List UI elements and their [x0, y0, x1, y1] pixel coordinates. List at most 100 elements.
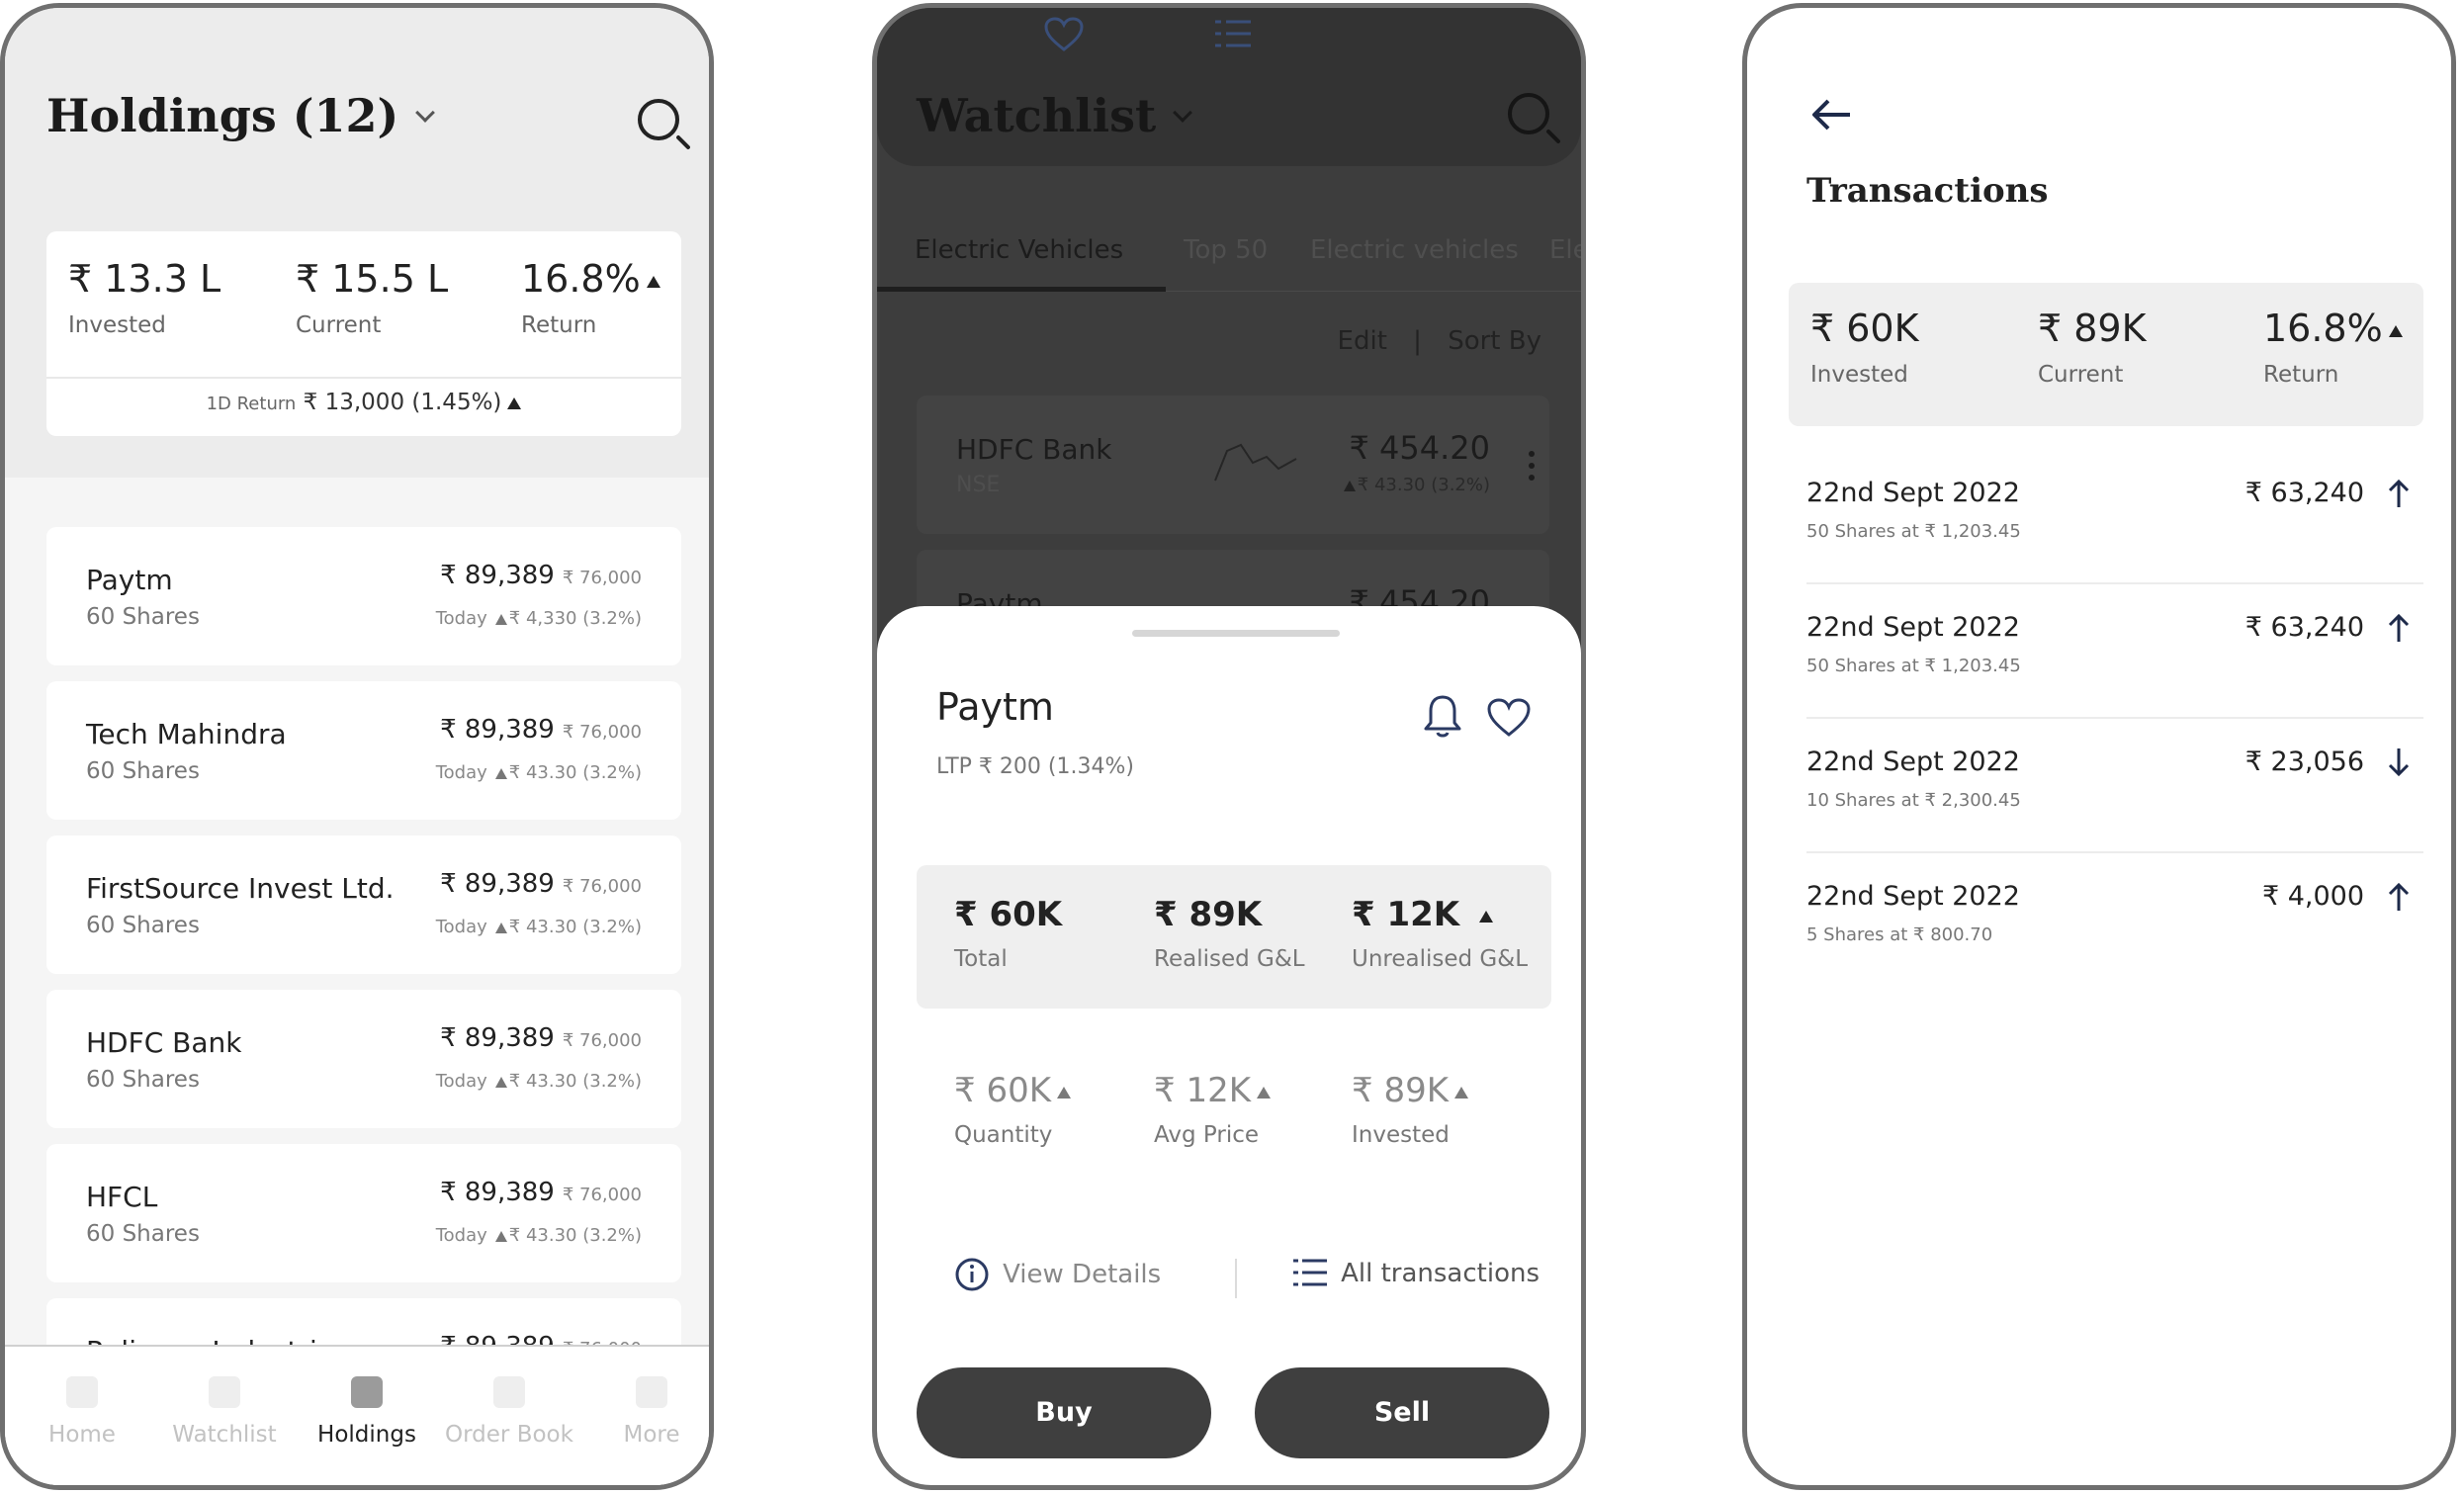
tab-electric-vehicles[interactable]: Electric Vehicles: [915, 235, 1123, 265]
up-triangle-icon: [494, 1076, 507, 1088]
invested-label: Invested: [1352, 1122, 1450, 1148]
divider: [46, 377, 681, 379]
transaction-date: 22nd Sept 2022: [1806, 478, 2020, 508]
today-label: Today: [435, 762, 487, 783]
sell-button[interactable]: Sell: [1255, 1367, 1549, 1458]
transaction-row[interactable]: 22nd Sept 2022 5 Shares at ₹ 800.70 ₹ 4,…: [1806, 853, 2423, 988]
holding-shares: 60 Shares: [86, 913, 200, 938]
transactions-screen: Transactions ₹ 60K Invested ₹ 89K Curren…: [1742, 3, 2456, 1490]
holding-change: Today ₹ 43.30 (3.2%): [436, 1225, 642, 1246]
arrow-up-icon: [2388, 882, 2410, 911]
position-summary: ₹ 60K Total ₹ 89K Realised G&L ₹ 12K Unr…: [917, 865, 1551, 1009]
holding-card[interactable]: HFCL 60 Shares ₹ 89,389 ₹ 76,000 Today ₹ 4…: [46, 1144, 681, 1282]
total-value: ₹ 60K: [954, 895, 1063, 934]
up-triangle-icon: [646, 275, 660, 288]
one-day-return-label: 1D Return: [206, 394, 297, 414]
transaction-row[interactable]: 22nd Sept 2022 10 Shares at ₹ 2,300.45 ₹…: [1806, 719, 2423, 853]
holding-shares: 60 Shares: [86, 758, 200, 784]
transaction-amount: ₹ 23,056: [2244, 747, 2364, 777]
holding-card[interactable]: Paytm 60 Shares ₹ 89,389 ₹ 76,000 Today ₹ …: [46, 527, 681, 665]
heart-icon[interactable]: [1043, 16, 1085, 53]
holding-price: ₹ 89,389 ₹ 76,000: [440, 715, 642, 745]
up-triangle-icon: [1343, 480, 1356, 491]
tab-more-label: More: [623, 1422, 680, 1448]
tab-ele[interactable]: Ele: [1549, 235, 1581, 265]
transaction-detail: 10 Shares at ₹ 2,300.45: [1806, 790, 2021, 811]
sort-by-button[interactable]: Sort By: [1448, 326, 1541, 356]
realised-stat: ₹ 89K Realised G&L: [1154, 895, 1305, 972]
transaction-row[interactable]: 22nd Sept 2022 50 Shares at ₹ 1,203.45 ₹…: [1806, 450, 2423, 584]
invested-value: ₹ 13.3 L: [68, 257, 221, 301]
holding-change-value: ₹ 43.30 (3.2%): [508, 1071, 642, 1092]
tab-electric-vehicles-2[interactable]: Electric vehicles: [1310, 235, 1519, 265]
watchlist-item[interactable]: HDFC Bank NSE ₹ 454.20 ₹ 43.30 (3.2%): [917, 396, 1549, 534]
avg-price-value: ₹ 12K: [1154, 1071, 1251, 1110]
holding-price: ₹ 89,389 ₹ 76,000: [440, 1178, 642, 1207]
invested-label: Invested: [1810, 362, 1908, 388]
stock-change: ₹ 43.30 (3.2%): [1343, 475, 1490, 495]
sheet-drag-handle[interactable]: [1132, 630, 1340, 637]
up-triangle-icon: [1057, 1086, 1071, 1099]
more-options-icon[interactable]: [1529, 451, 1535, 486]
transaction-date: 22nd Sept 2022: [1806, 881, 2020, 912]
view-details-link[interactable]: View Details: [954, 1257, 1161, 1292]
up-triangle-icon: [494, 767, 507, 779]
tab-home[interactable]: Home: [13, 1376, 151, 1448]
holding-card[interactable]: Tech Mahindra 60 Shares ₹ 89,389 ₹ 76,000…: [46, 681, 681, 820]
holding-change-value: ₹ 43.30 (3.2%): [508, 1225, 642, 1246]
quantity-stat: ₹ 60K Quantity: [954, 1071, 1071, 1148]
total-stat: ₹ 60K Total: [954, 895, 1062, 972]
chevron-down-icon[interactable]: [1173, 103, 1193, 123]
holdings-title-text: Holdings (12): [46, 89, 399, 142]
holdings-title[interactable]: Holdings (12): [46, 89, 436, 142]
holding-change: Today ₹ 43.30 (3.2%): [436, 762, 642, 783]
edit-button[interactable]: Edit: [1338, 326, 1387, 356]
all-transactions-label: All transactions: [1341, 1259, 1540, 1288]
holding-invested: ₹ 76,000: [562, 722, 642, 743]
transaction-date: 22nd Sept 2022: [1806, 612, 2020, 643]
one-day-return-value: ₹ 13,000 (1.45%): [303, 390, 502, 415]
tab-more[interactable]: More: [582, 1376, 709, 1448]
invested-stat: ₹ 13.3 L Invested: [68, 257, 220, 338]
current-label: Current: [296, 312, 382, 338]
tab-watchlist-label: Watchlist: [172, 1422, 277, 1448]
edit-sort-bar: Edit | Sort By: [1338, 326, 1541, 356]
back-arrow-icon[interactable]: [1810, 97, 1852, 132]
holdings-screen: Holdings (12) ₹ 13.3 L Invested ₹ 15.5 L…: [0, 3, 714, 1490]
holding-shares: 60 Shares: [86, 604, 200, 630]
transaction-row[interactable]: 22nd Sept 2022 50 Shares at ₹ 1,203.45 ₹…: [1806, 584, 2423, 719]
active-tab-indicator: [877, 287, 1166, 292]
total-label: Total: [954, 946, 1008, 972]
heart-icon[interactable]: [1486, 697, 1532, 739]
holding-current-price: ₹ 89,389: [440, 1178, 555, 1207]
stock-price: ₹ 454.20: [1349, 429, 1491, 467]
invested-stat: ₹ 89K Invested: [1352, 1071, 1468, 1148]
holding-name: FirstSource Invest Ltd.: [86, 872, 395, 905]
bell-icon[interactable]: [1423, 693, 1462, 741]
watchlist-screen: Watchlist Electric Vehicles Top 50 Elect…: [872, 3, 1586, 1490]
holding-invested: ₹ 76,000: [562, 1185, 642, 1205]
holding-invested: ₹ 76,000: [562, 876, 642, 897]
list-icon[interactable]: [1213, 16, 1253, 51]
chevron-down-icon[interactable]: [415, 103, 436, 123]
holding-card[interactable]: FirstSource Invest Ltd. 60 Shares ₹ 89,3…: [46, 835, 681, 974]
current-value: ₹ 15.5 L: [296, 257, 449, 301]
avg-price-label: Avg Price: [1154, 1122, 1260, 1148]
return-label: Return: [521, 312, 597, 338]
view-details-label: View Details: [1003, 1260, 1162, 1289]
tab-holdings[interactable]: Holdings: [298, 1376, 436, 1448]
tab-top-50[interactable]: Top 50: [1184, 235, 1268, 265]
watchlist-title[interactable]: Watchlist: [917, 89, 1193, 142]
search-icon[interactable]: [638, 99, 679, 140]
holding-card[interactable]: HDFC Bank 60 Shares ₹ 89,389 ₹ 76,000 Tod…: [46, 990, 681, 1128]
buy-button[interactable]: Buy: [917, 1367, 1211, 1458]
tab-order-book[interactable]: Order Book: [440, 1376, 578, 1448]
divider: [1235, 1259, 1237, 1298]
transactions-summary: ₹ 60K Invested ₹ 89K Current 16.8% Retur…: [1789, 283, 2423, 426]
one-day-return: 1D Return ₹ 13,000 (1.45%): [46, 390, 681, 415]
watchlist-title-text: Watchlist: [917, 89, 1157, 142]
tab-watchlist[interactable]: Watchlist: [155, 1376, 294, 1448]
search-icon[interactable]: [1508, 93, 1549, 134]
all-transactions-link[interactable]: All transactions: [1292, 1257, 1540, 1290]
stock-bottom-sheet: Paytm LTP ₹ 200 (1.34%) ₹ 60K Total ₹ 89…: [877, 606, 1581, 1485]
